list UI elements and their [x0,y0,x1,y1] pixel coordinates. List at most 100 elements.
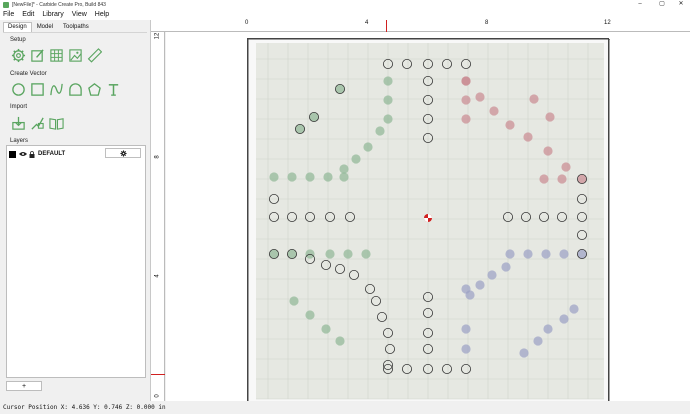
peg-hole[interactable] [383,76,393,86]
tab-toolpaths[interactable]: Toolpaths [58,22,94,32]
curve-icon[interactable] [48,81,64,97]
arch-icon[interactable] [67,81,83,97]
peg-hole[interactable] [461,344,471,354]
peg-hole[interactable] [339,164,349,174]
peg-hole[interactable] [505,249,515,259]
menu-view[interactable]: View [72,11,87,18]
peg-hole[interactable] [545,112,555,122]
gear-icon[interactable] [10,47,26,63]
peg-hole[interactable] [523,132,533,142]
rectangle-icon[interactable] [29,81,45,97]
peg-hole[interactable] [335,336,345,346]
peg-hole[interactable] [505,120,515,130]
text-icon[interactable] [105,81,121,97]
peg-hole[interactable] [323,172,333,182]
peg-hole[interactable] [289,296,299,306]
design-drawing[interactable] [247,38,611,404]
lock-icon[interactable] [29,150,35,158]
library-book-icon[interactable] [48,115,64,131]
peg-hole[interactable] [559,249,569,259]
layer-list: DEFAULT [6,145,146,378]
peg-hole[interactable] [569,304,579,314]
peg-hole[interactable] [321,324,331,334]
peg-hole[interactable] [529,94,539,104]
cursor-position-readout: Cursor Position X: 4.636 Y: 0.746 Z: 0.0… [3,404,166,411]
stock-work-area[interactable] [247,38,611,404]
edit-stock-icon[interactable] [29,47,45,63]
peg-hole[interactable] [539,174,549,184]
peg-hole[interactable] [489,106,499,116]
cursor-y-marker [151,374,165,375]
peg-hole[interactable] [339,172,349,182]
peg-hole[interactable] [561,162,571,172]
peg-hole[interactable] [461,324,471,334]
import-icon[interactable] [10,115,26,131]
horizontal-ruler: 0 4 8 12 [151,20,690,32]
tab-model[interactable]: Model [32,22,58,32]
menu-library[interactable]: Library [42,11,63,18]
peg-hole[interactable] [461,114,471,124]
peg-hole[interactable] [475,92,485,102]
peg-hole[interactable] [305,310,315,320]
peg-hole[interactable] [375,126,385,136]
design-panel: Design Model Toolpaths Setup Create Vect… [0,20,151,401]
peg-hole[interactable] [325,249,335,259]
peg-hole[interactable] [487,270,497,280]
peg-hole[interactable] [519,348,529,358]
peg-hole[interactable] [543,324,553,334]
add-layer-button[interactable]: + [6,381,42,391]
ruler-label: 0 [154,394,161,398]
peg-hole[interactable] [543,146,553,156]
peg-hole[interactable] [287,172,297,182]
minimize-button[interactable]: – [633,0,647,9]
peg-hole[interactable] [475,280,485,290]
app-logo-icon [3,1,9,8]
peg-hole[interactable] [351,154,361,164]
menu-help[interactable]: Help [95,11,109,18]
layer-row[interactable]: DEFAULT [9,148,143,159]
peg-hole[interactable] [269,172,279,182]
peg-hole[interactable] [461,76,471,86]
tab-design[interactable]: Design [3,22,32,32]
peg-hole[interactable] [361,249,371,259]
setup-toolbar [10,47,105,63]
window-title: [NewFile]* - Carbide Create Pro, Build 8… [12,1,106,8]
status-bar: Cursor Position X: 4.636 Y: 0.746 Z: 0.0… [0,401,690,414]
peg-hole[interactable] [461,95,471,105]
peg-hole[interactable] [363,142,373,152]
peg-hole[interactable] [557,174,567,184]
cursor-x-marker [386,20,387,32]
peg-hole[interactable] [523,249,533,259]
peg-hole[interactable] [533,336,543,346]
peg-hole[interactable] [343,249,353,259]
peg-hole[interactable] [383,114,393,124]
peg-hole[interactable] [305,249,315,259]
circle-icon[interactable] [10,81,26,97]
layer-color-swatch[interactable] [9,150,16,158]
layer-name[interactable]: DEFAULT [38,151,65,157]
ruler-icon[interactable] [86,47,102,63]
peg-hole[interactable] [461,284,471,294]
ruler-label: 8 [485,20,489,26]
menu-edit[interactable]: Edit [22,11,34,18]
ruler-label: 8 [154,155,161,159]
peg-hole[interactable] [305,172,315,182]
tab-divider [3,32,147,33]
image-icon[interactable] [67,47,83,63]
panel-tabs: Design Model Toolpaths [3,22,94,32]
polygon-icon[interactable] [86,81,102,97]
maximize-button[interactable]: ▢ [655,0,669,9]
peg-hole[interactable] [501,262,511,272]
peg-hole[interactable] [383,95,393,105]
import-svg-icon[interactable] [29,115,45,131]
create-vector-heading: Create Vector [10,71,47,77]
menu-file[interactable]: File [3,11,14,18]
visibility-eye-icon[interactable] [19,151,27,157]
close-button[interactable]: ✕ [674,0,688,9]
layer-settings-button[interactable] [105,148,141,158]
peg-hole[interactable] [559,314,569,324]
import-heading: Import [10,104,28,110]
peg-hole[interactable] [541,249,551,259]
import-toolbar [10,115,67,131]
grid-icon[interactable] [48,47,64,63]
